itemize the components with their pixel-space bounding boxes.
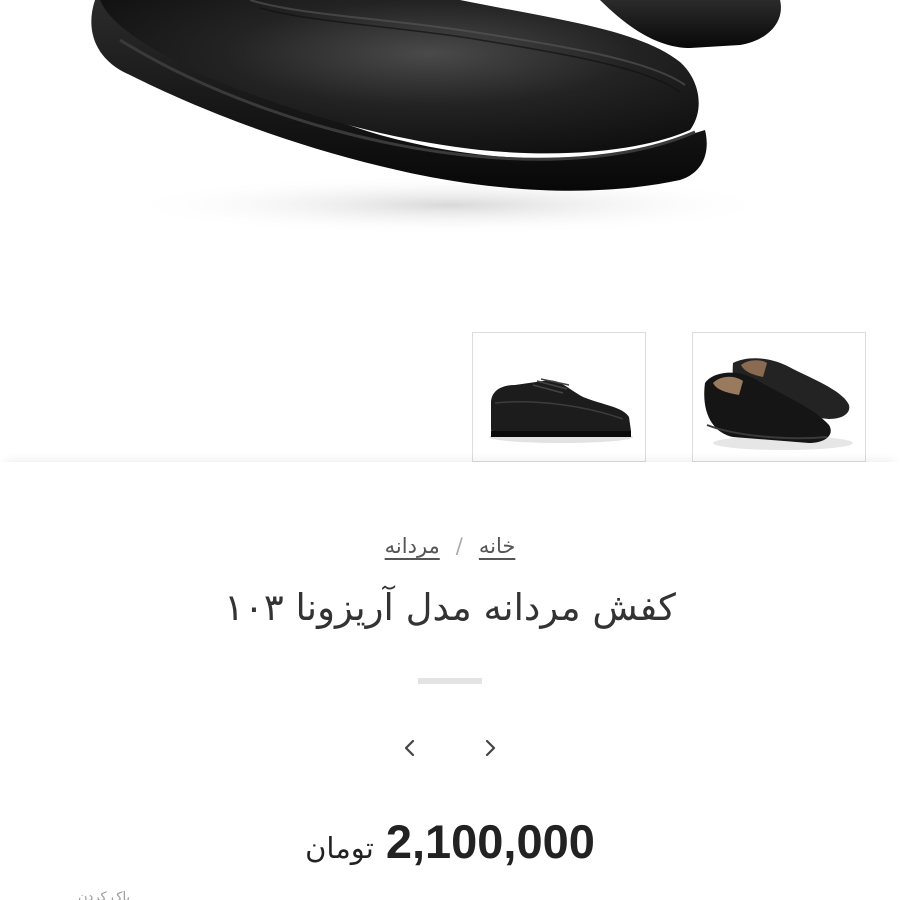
price-amount: 2,100,000 bbox=[385, 815, 595, 868]
price-currency: تومان bbox=[305, 831, 374, 865]
breadcrumb-home-link[interactable]: خانه bbox=[479, 534, 515, 558]
shoe-main-illustration bbox=[91, 0, 781, 235]
product-main-image[interactable] bbox=[0, 0, 900, 330]
clear-selection-link[interactable]: پاک کردن bbox=[78, 890, 130, 900]
thumbnail-pair-view[interactable] bbox=[692, 332, 866, 462]
breadcrumb: خانه / مردانه bbox=[0, 534, 900, 558]
thumbnail-side-view[interactable] bbox=[472, 332, 646, 462]
product-title: کفش مردانه مدل آریزونا ۱۰۳ bbox=[224, 586, 676, 629]
shoe-pair-thumbnail bbox=[704, 358, 853, 450]
product-page: خانه / مردانه کفش مردانه مدل آریزونا ۱۰۳ 2… bbox=[0, 0, 900, 900]
title-divider bbox=[418, 678, 482, 684]
product-price: 2,100,000 تومان bbox=[0, 814, 900, 869]
chevron-left-icon[interactable] bbox=[398, 736, 422, 760]
breadcrumb-separator: / bbox=[455, 534, 463, 558]
breadcrumb-category-link[interactable]: مردانه bbox=[385, 534, 440, 558]
chevron-right-icon[interactable] bbox=[478, 736, 502, 760]
shoe-side-thumbnail bbox=[489, 378, 633, 443]
product-summary: خانه / مردانه کفش مردانه مدل آریزونا ۱۰۳ 2… bbox=[0, 462, 900, 900]
